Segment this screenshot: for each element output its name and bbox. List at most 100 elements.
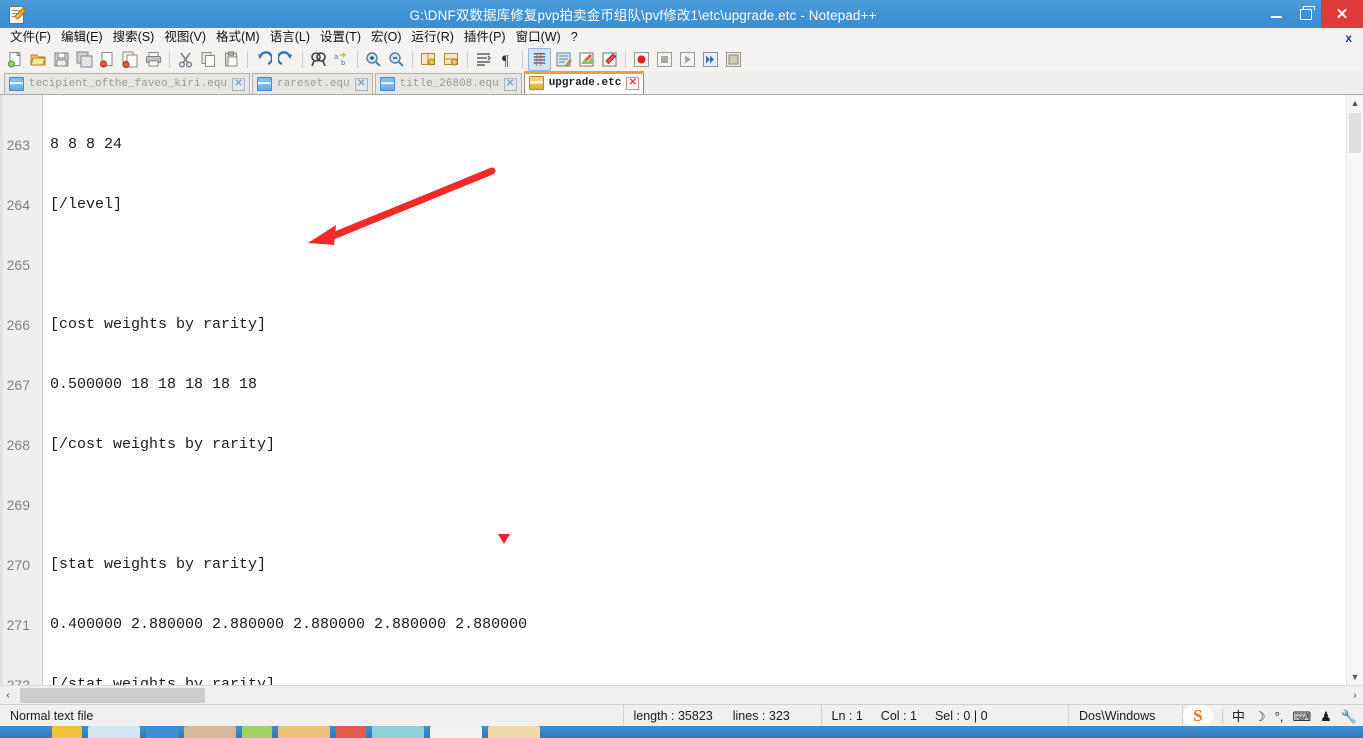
horizontal-scroll-thumb[interactable] — [20, 688, 205, 703]
ime-soft-keyboard-icon[interactable]: ⌨ — [1292, 710, 1311, 723]
scroll-right-icon[interactable]: › — [1347, 687, 1363, 704]
code-line[interactable]: 268[/cost weights by rarity] — [0, 435, 1363, 455]
editor-horizontal-scrollbar[interactable]: ‹ › — [0, 685, 1363, 704]
vertical-scroll-thumb[interactable] — [1349, 113, 1361, 153]
taskbar-item[interactable] — [430, 726, 482, 738]
record-macro-icon[interactable] — [631, 49, 652, 70]
undo-icon[interactable] — [253, 49, 274, 70]
taskbar-item[interactable] — [52, 726, 82, 738]
find-icon[interactable] — [308, 49, 329, 70]
tab-close-icon[interactable]: ✕ — [232, 78, 245, 91]
function-list-icon[interactable] — [599, 49, 620, 70]
user-language-icon[interactable] — [553, 49, 574, 70]
play-macro-icon[interactable] — [677, 49, 698, 70]
horizontal-scroll-track[interactable] — [16, 687, 1347, 704]
menu-language[interactable]: 语言(L) — [265, 29, 315, 47]
copy-icon[interactable] — [198, 49, 219, 70]
menu-edit[interactable]: 编辑(E) — [56, 29, 108, 47]
menu-help[interactable]: ? — [566, 29, 583, 47]
document-tab-title-26808[interactable]: title_26808.equ ✕ — [375, 73, 522, 94]
sync-vertical-icon[interactable] — [418, 49, 439, 70]
tab-close-icon[interactable]: ✕ — [504, 78, 517, 91]
taskbar-item[interactable] — [242, 726, 272, 738]
menu-plugins[interactable]: 插件(P) — [459, 29, 511, 47]
print-icon[interactable] — [143, 49, 164, 70]
ime-chinese-mode-icon[interactable]: 中 — [1232, 710, 1245, 723]
close-button[interactable]: ✕ — [1321, 0, 1363, 28]
cut-icon[interactable] — [175, 49, 196, 70]
menu-view[interactable]: 视图(V) — [159, 29, 211, 47]
tab-close-icon[interactable]: ✕ — [626, 77, 639, 90]
code-line[interactable]: 270[stat weights by rarity] — [0, 555, 1363, 575]
close-file-icon[interactable] — [97, 49, 118, 70]
open-file-icon[interactable] — [28, 49, 49, 70]
taskbar-item[interactable] — [336, 726, 366, 738]
zoom-out-icon[interactable] — [386, 49, 407, 70]
code-line[interactable]: 264[/level] — [0, 195, 1363, 215]
taskbar-item[interactable] — [372, 726, 424, 738]
document-tab-bar: tecipient_ofthe_faveo_kiri.equ ✕ rareset… — [0, 71, 1363, 95]
scroll-up-icon[interactable]: ▲ — [1347, 95, 1363, 111]
ime-toolbar: S 中 ☽ °, ⌨ ♟ 🔧 — [1183, 705, 1363, 727]
title-bar: G:\DNF双数据库修复pvp拍卖金币组队\pvf修改1\etc\upgrade… — [0, 0, 1363, 28]
redo-icon[interactable] — [276, 49, 297, 70]
taskbar-item[interactable] — [278, 726, 330, 738]
taskbar-item[interactable] — [88, 726, 140, 738]
code-line[interactable]: 272[/stat weights by rarity] — [0, 675, 1363, 685]
start-button[interactable] — [0, 726, 46, 738]
code-line[interactable]: 266[cost weights by rarity] — [0, 315, 1363, 335]
paste-icon[interactable] — [221, 49, 242, 70]
minimize-button[interactable] — [1261, 0, 1291, 28]
code-line[interactable]: 2710.400000 2.880000 2.880000 2.880000 2… — [0, 615, 1363, 635]
close-all-icon[interactable] — [120, 49, 141, 70]
ime-user-icon[interactable]: ♟ — [1320, 710, 1332, 723]
save-macro-icon[interactable] — [723, 49, 744, 70]
menu-search[interactable]: 搜索(S) — [108, 29, 160, 47]
menu-run[interactable]: 运行(R) — [407, 29, 459, 47]
taskbar-item[interactable] — [488, 726, 540, 738]
new-file-icon[interactable] — [5, 49, 26, 70]
ime-halfwidth-icon[interactable]: ☽ — [1254, 710, 1266, 723]
zoom-in-icon[interactable] — [363, 49, 384, 70]
document-tab-tecipient[interactable]: tecipient_ofthe_faveo_kiri.equ ✕ — [4, 73, 250, 94]
code-line[interactable]: 269 — [0, 495, 1363, 515]
maximize-button[interactable] — [1291, 0, 1321, 28]
doc-map-icon[interactable] — [576, 49, 597, 70]
run-macro-multiple-icon[interactable] — [700, 49, 721, 70]
ime-settings-icon[interactable]: 🔧 — [1341, 710, 1357, 723]
code-line[interactable]: 2638 8 8 24 — [0, 135, 1363, 155]
menu-format[interactable]: 格式(M) — [211, 29, 265, 47]
ime-punctuation-icon[interactable]: °, — [1275, 710, 1284, 723]
scroll-down-icon[interactable]: ▼ — [1347, 669, 1363, 685]
code-line[interactable]: 2670.500000 18 18 18 18 18 — [0, 375, 1363, 395]
windows-taskbar — [0, 726, 1363, 738]
text-editor-area[interactable]: 2638 8 8 24 264[/level] 265 266[cost wei… — [0, 95, 1363, 685]
notepad-plus-plus-icon — [5, 4, 27, 24]
menu-window[interactable]: 窗口(W) — [511, 29, 566, 47]
editor-vertical-scrollbar[interactable]: ▲ ▼ — [1346, 95, 1363, 685]
line-number: 265 — [0, 255, 36, 275]
replace-icon[interactable]: ab — [331, 49, 352, 70]
taskbar-item[interactable] — [146, 726, 178, 738]
line-number: 270 — [0, 555, 36, 575]
sync-horizontal-icon[interactable] — [441, 49, 462, 70]
save-all-icon[interactable] — [74, 49, 95, 70]
document-tab-rareset[interactable]: rareset.equ ✕ — [252, 73, 373, 94]
scroll-left-icon[interactable]: ‹ — [0, 687, 16, 704]
sogou-logo-icon[interactable]: S — [1183, 705, 1213, 727]
tab-close-icon[interactable]: ✕ — [355, 78, 368, 91]
document-tab-upgrade[interactable]: upgrade.etc ✕ — [524, 71, 645, 94]
indent-guide-icon[interactable] — [528, 48, 551, 71]
code-content[interactable]: 2638 8 8 24 264[/level] 265 266[cost wei… — [0, 95, 1363, 667]
taskbar-item[interactable] — [184, 726, 236, 738]
file-icon — [257, 77, 272, 91]
menu-macro[interactable]: 宏(O) — [366, 29, 407, 47]
save-icon[interactable] — [51, 49, 72, 70]
show-all-chars-icon[interactable]: ¶ — [496, 49, 517, 70]
code-line[interactable]: 265 — [0, 255, 1363, 275]
menu-settings[interactable]: 设置(T) — [315, 29, 366, 47]
stop-macro-icon[interactable] — [654, 49, 675, 70]
close-document-icon[interactable]: x — [1345, 31, 1363, 45]
menu-file[interactable]: 文件(F) — [5, 29, 56, 47]
word-wrap-icon[interactable] — [473, 49, 494, 70]
